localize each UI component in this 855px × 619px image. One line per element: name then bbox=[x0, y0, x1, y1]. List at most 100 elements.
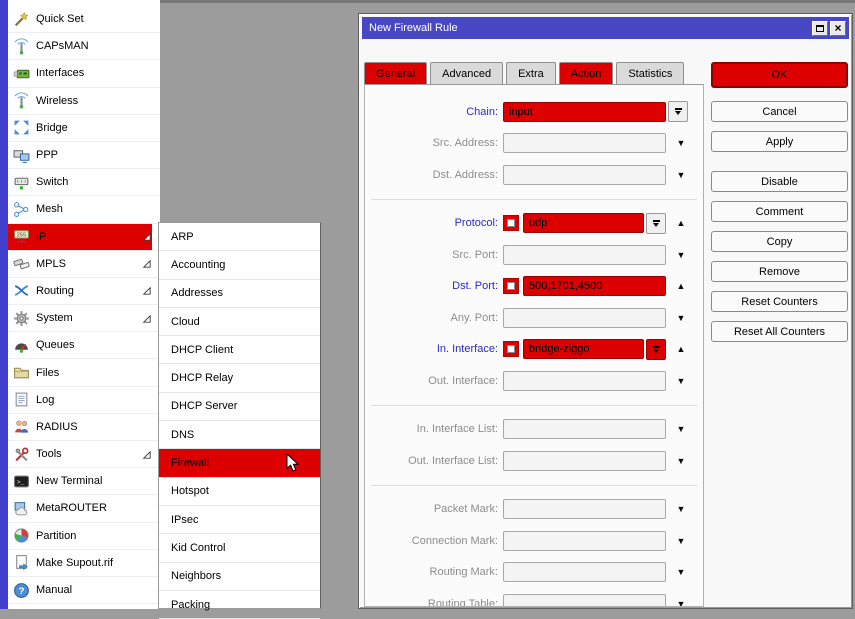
disable-button[interactable]: Disable bbox=[711, 171, 848, 192]
submenu-item-dhcp-relay[interactable]: DHCP Relay bbox=[159, 364, 320, 392]
protocol-collapse-up-icon[interactable]: ▲ bbox=[670, 218, 692, 228]
sidebar-item-ip[interactable]: 255IP bbox=[8, 224, 160, 251]
in-interface-checkbox[interactable] bbox=[503, 341, 519, 357]
packet-mark-expand-down-icon[interactable]: ▼ bbox=[670, 504, 692, 514]
out-interface-expand-down-icon[interactable]: ▼ bbox=[670, 376, 692, 386]
comment-button[interactable]: Comment bbox=[711, 201, 848, 222]
submenu-item-ipsec[interactable]: IPsec bbox=[159, 506, 320, 534]
dst-address-field[interactable] bbox=[503, 165, 666, 185]
close-button[interactable]: × bbox=[830, 21, 846, 36]
reset-all-counters-button[interactable]: Reset All Counters bbox=[711, 321, 848, 342]
field-row-packet-mark: Packet Mark: ▼ bbox=[365, 494, 703, 526]
out-interface-list-field[interactable] bbox=[503, 451, 666, 471]
submenu-item-dhcp-server[interactable]: DHCP Server bbox=[159, 393, 320, 421]
any-port-field[interactable] bbox=[503, 308, 666, 328]
tab-extra[interactable]: Extra bbox=[506, 62, 556, 84]
sidebar-item-routing[interactable]: Routing bbox=[8, 278, 160, 305]
sidebar-item-label: RADIUS bbox=[36, 421, 78, 433]
dialog-titlebar[interactable]: New Firewall Rule × bbox=[362, 17, 849, 39]
src-address-expand-down-icon[interactable]: ▼ bbox=[670, 138, 692, 148]
sidebar-item-tools[interactable]: Tools bbox=[8, 441, 160, 468]
submenu-arrow-icon bbox=[141, 313, 152, 324]
field-row-routing-table: Routing Table:▼ bbox=[365, 588, 703, 607]
tab-advanced[interactable]: Advanced bbox=[430, 62, 503, 84]
sidebar-item-manual[interactable]: ?Manual bbox=[8, 577, 160, 604]
in-interface-field[interactable]: bridge-ziggo bbox=[523, 339, 644, 359]
any-port-expand-down-icon[interactable]: ▼ bbox=[670, 313, 692, 323]
gear-icon bbox=[13, 310, 30, 327]
cancel-button[interactable]: Cancel bbox=[711, 101, 848, 122]
routing-mark-expand-down-icon[interactable]: ▼ bbox=[670, 567, 692, 577]
connection-mark-expand-down-icon[interactable]: ▼ bbox=[670, 536, 692, 546]
routing-table-expand-down-icon[interactable]: ▼ bbox=[670, 599, 692, 607]
sidebar-item-mpls[interactable]: MPLS bbox=[8, 251, 160, 278]
sidebar-item-interfaces[interactable]: Interfaces bbox=[8, 60, 160, 87]
sidebar-item-metarouter[interactable]: MetaROUTER bbox=[8, 495, 160, 522]
tab-statistics[interactable]: Statistics bbox=[616, 62, 684, 84]
ip-submenu: ARPAccountingAddressesCloudDHCP ClientDH… bbox=[158, 222, 321, 609]
chain-combo-button[interactable] bbox=[668, 101, 688, 122]
ok-button[interactable]: OK bbox=[711, 62, 848, 88]
field-label-packet-mark: Packet Mark: bbox=[365, 503, 503, 515]
sidebar-item-log[interactable]: Log bbox=[8, 387, 160, 414]
src-address-field[interactable] bbox=[503, 133, 666, 153]
sidebar-item-new-terminal[interactable]: >_New Terminal bbox=[8, 468, 160, 495]
submenu-item-addresses[interactable]: Addresses bbox=[159, 280, 320, 308]
dst-port-collapse-up-icon[interactable]: ▲ bbox=[670, 281, 692, 291]
tab-action[interactable]: Action bbox=[559, 62, 614, 84]
sidebar-item-radius[interactable]: RADIUS bbox=[8, 414, 160, 441]
routing-mark-field[interactable] bbox=[503, 562, 666, 582]
people-icon bbox=[13, 418, 30, 435]
tab-general[interactable]: General bbox=[364, 62, 427, 84]
submenu-item-accounting[interactable]: Accounting bbox=[159, 251, 320, 279]
copy-button[interactable]: Copy bbox=[711, 231, 848, 252]
sidebar-item-files[interactable]: Files bbox=[8, 359, 160, 386]
sidebar-item-switch[interactable]: Switch bbox=[8, 169, 160, 196]
submenu-item-dns[interactable]: DNS bbox=[159, 421, 320, 449]
protocol-checkbox[interactable] bbox=[503, 215, 519, 231]
sidebar-item-capsman[interactable]: CAPsMAN bbox=[8, 33, 160, 60]
sidebar-item-label: Files bbox=[36, 367, 59, 379]
field-controls-packet-mark bbox=[503, 499, 666, 519]
src-port-field[interactable] bbox=[503, 245, 666, 265]
submenu-item-dhcp-client[interactable]: DHCP Client bbox=[159, 336, 320, 364]
reset-counters-button[interactable]: Reset Counters bbox=[711, 291, 848, 312]
sidebar-item-label: Wireless bbox=[36, 95, 78, 107]
sidebar-item-bridge[interactable]: Bridge bbox=[8, 115, 160, 142]
submenu-item-neighbors[interactable]: Neighbors bbox=[159, 563, 320, 591]
apply-button[interactable]: Apply bbox=[711, 131, 848, 152]
in-interface-combo-button[interactable] bbox=[646, 339, 666, 360]
sidebar-item-label: Routing bbox=[36, 285, 74, 297]
in-interface-list-field[interactable] bbox=[503, 419, 666, 439]
submenu-item-cloud[interactable]: Cloud bbox=[159, 308, 320, 336]
submenu-item-packing[interactable]: Packing bbox=[159, 591, 320, 619]
sidebar-item-wireless[interactable]: Wireless bbox=[8, 88, 160, 115]
sidebar-item-partition[interactable]: Partition bbox=[8, 523, 160, 550]
dst-port-checkbox[interactable] bbox=[503, 278, 519, 294]
submenu-item-hotspot[interactable]: Hotspot bbox=[159, 478, 320, 506]
in-interface-list-expand-down-icon[interactable]: ▼ bbox=[670, 424, 692, 434]
maximize-button[interactable] bbox=[812, 21, 828, 36]
sidebar-item-make-supout-rif[interactable]: Make Supout.rif bbox=[8, 550, 160, 577]
field-label-in-interface-list: In. Interface List: bbox=[365, 423, 503, 435]
protocol-combo-button[interactable] bbox=[646, 213, 666, 234]
sidebar-item-ppp[interactable]: PPP bbox=[8, 142, 160, 169]
sidebar-item-system[interactable]: System bbox=[8, 305, 160, 332]
dst-port-field[interactable]: 500,1701,4500 bbox=[523, 276, 666, 296]
submenu-item-arp[interactable]: ARP bbox=[159, 223, 320, 251]
sidebar-item-quick-set[interactable]: Quick Set bbox=[8, 6, 160, 33]
out-interface-list-expand-down-icon[interactable]: ▼ bbox=[670, 456, 692, 466]
connection-mark-field[interactable] bbox=[503, 531, 666, 551]
sidebar-item-queues[interactable]: Queues bbox=[8, 332, 160, 359]
routing-table-field[interactable] bbox=[503, 594, 666, 607]
src-port-expand-down-icon[interactable]: ▼ bbox=[670, 250, 692, 260]
dst-address-expand-down-icon[interactable]: ▼ bbox=[670, 170, 692, 180]
protocol-field[interactable]: udp bbox=[523, 213, 644, 233]
submenu-item-kid-control[interactable]: Kid Control bbox=[159, 534, 320, 562]
out-interface-field[interactable] bbox=[503, 371, 666, 391]
sidebar-item-mesh[interactable]: Mesh bbox=[8, 196, 160, 223]
chain-field[interactable]: input bbox=[503, 102, 666, 122]
packet-mark-field[interactable] bbox=[503, 499, 666, 519]
in-interface-collapse-up-icon[interactable]: ▲ bbox=[670, 344, 692, 354]
remove-button[interactable]: Remove bbox=[711, 261, 848, 282]
